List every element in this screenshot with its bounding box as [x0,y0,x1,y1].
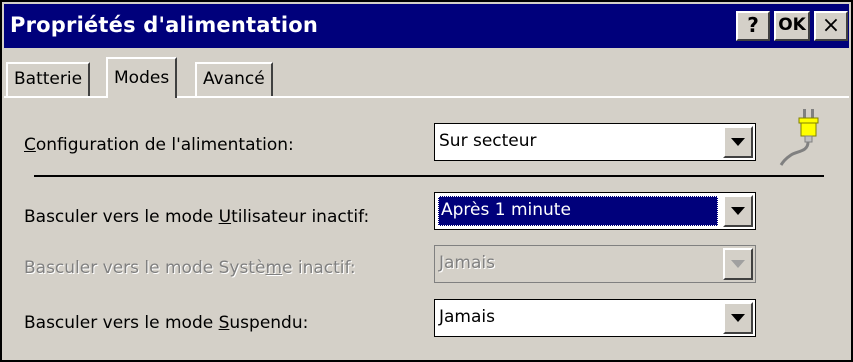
tab-modes-label: Modes [114,68,170,88]
suspend-value: Jamais [439,307,495,327]
section-divider [34,175,824,177]
tab-batterie[interactable]: Batterie [6,62,91,96]
system-idle-select: Jamais [434,245,756,283]
tab-avance-label: Avancé [203,69,265,89]
system-idle-value: Jamais [439,253,495,273]
power-config-select[interactable]: Sur secteur [434,123,756,161]
suspend-select[interactable]: Jamais [434,299,756,337]
tab-avance[interactable]: Avancé [195,62,273,96]
user-idle-value: Après 1 minute [438,196,718,226]
help-button[interactable]: ? [736,11,770,41]
chevron-down-icon [723,248,753,280]
chevron-down-icon[interactable] [723,126,753,158]
system-idle-label: Basculer vers le mode Système inactif: [24,258,356,278]
chevron-down-icon[interactable] [723,302,753,334]
tab-batterie-label: Batterie [14,69,83,89]
title-bar: Propriétés d'alimentation ? OK × [4,4,849,48]
tab-modes[interactable]: Modes [106,57,178,98]
user-idle-select[interactable]: Après 1 minute [434,192,756,230]
ok-button[interactable]: OK [774,11,810,41]
power-plug-icon [779,109,819,166]
chevron-down-icon[interactable] [723,195,753,227]
window-title: Propriétés d'alimentation [10,13,319,37]
close-button[interactable]: × [814,11,848,41]
power-config-label: Configuration de l'alimentation: [24,135,294,155]
power-properties-window: Propriétés d'alimentation ? OK × Batteri… [0,0,853,362]
suspend-label: Basculer vers le mode Suspendu: [24,313,309,333]
user-idle-label: Basculer vers le mode Utilisateur inacti… [24,207,370,227]
power-config-value: Sur secteur [439,131,537,151]
